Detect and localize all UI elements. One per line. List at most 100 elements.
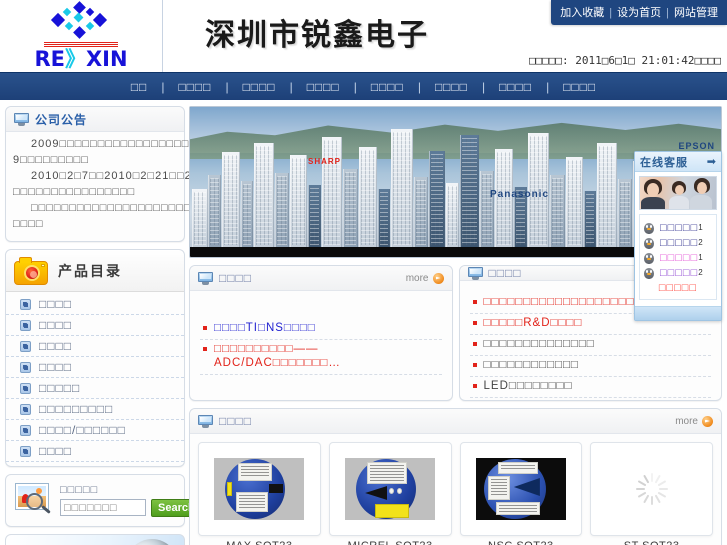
- top-links: 加入收藏 | 设为首页 | 网站管理: [551, 0, 727, 25]
- news-item-link[interactable]: LED□□□□□□□□: [484, 379, 573, 393]
- sidebar-item-label: □□□□□: [39, 381, 81, 395]
- sidebar-item-3[interactable]: □□□□: [6, 336, 184, 357]
- product-captions: MAX SOT23 MICREL SOT23 NSC SOT23 ST SOT2…: [190, 540, 721, 545]
- catalog-list: □□□□ □□□□ □□□□ □□□□ □□□□□ □□□□□□□□□ □□□□…: [6, 292, 184, 466]
- qq-contact-label[interactable]: □□□□□: [660, 222, 698, 234]
- product-catalog-panel: 产品目录 □□□□ □□□□ □□□□ □□□□ □□□□□ □□□□□□□□□…: [5, 249, 185, 467]
- news-item-link[interactable]: □□□□TI□NS□□□□: [214, 321, 316, 335]
- bullet-dot-icon: [203, 326, 207, 330]
- support-agents-photo: [639, 176, 717, 210]
- nav-item-5[interactable]: □□□□: [357, 80, 418, 94]
- sidebar-item-4[interactable]: □□□□: [6, 357, 184, 378]
- qq-contact-row-1[interactable]: □□□□□ 1: [643, 220, 713, 235]
- more-arrow-icon: [702, 415, 713, 427]
- online-service-widget: 在线客服 ➡ □□□□□ 1 □□□□□ 2 □□□□□ 1 □□□□□ 2 □…: [634, 151, 722, 321]
- nav-item-2[interactable]: □□□□: [164, 80, 225, 94]
- nav-item-7[interactable]: □□□□: [485, 80, 546, 94]
- qq-contact-row-2[interactable]: □□□□□ 2: [643, 235, 713, 250]
- more-arrow-icon: [432, 272, 444, 284]
- news-item[interactable]: □□□□□□□□□□□□□□: [469, 335, 711, 356]
- products-panel: □□□□ more: [189, 408, 722, 545]
- date-time-display: □□□□□: 2011□6□1□ 21:01:42□□□□: [528, 54, 721, 67]
- announcement-line: 9□□□□□□□□□: [13, 154, 89, 166]
- qq-contact-label[interactable]: □□□□□: [660, 252, 698, 264]
- sidebar: 公司公告 2009□□□□□□□□□□□□□□□□□□□□□□□200 9□□□…: [5, 106, 259, 545]
- contact-us-panel[interactable]: CONTACT US 联系我们: [5, 534, 185, 545]
- online-service-extra[interactable]: □□□□□: [643, 280, 713, 294]
- sidebar-item-label: □□□□: [39, 360, 72, 374]
- nav-item-3[interactable]: □□□□: [229, 80, 290, 94]
- search-panel-inner: □□□□□ Search: [6, 475, 202, 526]
- sidebar-item-label: □□□□/□□□□□□: [39, 423, 126, 437]
- news-item-link[interactable]: □□□□□□□□□□□□□□: [484, 337, 595, 351]
- news-item[interactable]: □□□□□□□□□□□□: [469, 356, 711, 377]
- product-card-1[interactable]: [198, 442, 321, 536]
- news-left-body: □□□□TI□NS□□□□ □□□□□□□□□□——ADC/DAC□□□□□□□…: [190, 291, 452, 400]
- arrow-right-icon[interactable]: ➡: [707, 155, 716, 168]
- product-caption-2: MICREL SOT23: [329, 540, 452, 545]
- site-header: RE》XIN 深圳市锐鑫电子 加入收藏 | 设为首页 | 网站管理 □□□□□: 201…: [0, 0, 727, 73]
- sidebar-item-5[interactable]: □□□□□: [6, 378, 184, 399]
- top-link-separator: |: [666, 7, 669, 19]
- news-item-link[interactable]: □□□□□□□□□□□□□□□□□□□□□: [484, 295, 651, 309]
- news-item[interactable]: LED□□□□□□□□: [469, 377, 711, 398]
- qq-penguin-icon: [643, 221, 655, 235]
- products-header: □□□□ more: [190, 409, 721, 434]
- product-caption-4: ST SOT23: [590, 540, 713, 545]
- product-card-3[interactable]: [459, 442, 583, 536]
- qq-contact-row-3[interactable]: □□□□□ 1: [643, 250, 713, 265]
- online-service-footer: [635, 306, 721, 320]
- sidebar-item-label: □□□□: [39, 297, 72, 311]
- logo[interactable]: RE》XIN: [0, 0, 163, 72]
- qq-contact-row-4[interactable]: □□□□□ 2: [643, 265, 713, 280]
- bullet-dot-icon: [472, 363, 477, 367]
- nav-item-6[interactable]: □□□□: [421, 80, 482, 94]
- banner-sign-panasonic: Panasonic: [490, 189, 550, 200]
- logo-diamond-icon: [45, 0, 117, 41]
- product-image-max: [214, 458, 305, 520]
- add-favorite-link[interactable]: 加入收藏: [560, 7, 604, 19]
- page-title: 深圳市锐鑫电子: [205, 18, 429, 53]
- set-homepage-link[interactable]: 设为首页: [617, 7, 661, 19]
- announcement-title: 公司公告: [35, 112, 88, 127]
- search-panel: □□□□□ Search: [5, 474, 202, 527]
- announcement-line: 2009□□□□□□□□□□□□□□□□□□□□□□□200: [31, 138, 257, 150]
- nav-item-4[interactable]: □□□□: [293, 80, 354, 94]
- site-admin-link[interactable]: 网站管理: [674, 7, 718, 19]
- news-right-title: □□□□: [488, 266, 522, 280]
- product-card-2[interactable]: [328, 442, 452, 536]
- sidebar-item-label: □□□□□□□□□: [39, 402, 114, 416]
- sidebar-item-label: □□□□: [39, 444, 72, 458]
- news-item-link[interactable]: □□□□□□□□□□□□: [484, 358, 579, 372]
- nav-item-home[interactable]: □□: [117, 80, 162, 94]
- bullet-dot-icon: [472, 384, 477, 388]
- news-item-link[interactable]: □□□□□□□□□□——ADC/DAC□□□□□□□…: [214, 342, 442, 370]
- bullet-icon: [20, 424, 31, 436]
- news-item[interactable]: □□□□TI□NS□□□□: [200, 319, 442, 340]
- logo-word-left: RE: [34, 46, 65, 71]
- qq-contact-sup: 1: [698, 223, 704, 232]
- logo-wordmark: RE》XIN: [26, 48, 136, 70]
- announcement-line: □□□□□□□□□□□□□□□□: [13, 186, 136, 198]
- news-left-more-button[interactable]: more: [405, 272, 444, 284]
- qq-contact-label[interactable]: □□□□□: [660, 267, 698, 279]
- news-item-link[interactable]: □□□□□R&D□□□□: [484, 316, 583, 330]
- search-input[interactable]: [60, 499, 146, 516]
- sidebar-item-1[interactable]: □□□□: [6, 294, 184, 315]
- product-card-4[interactable]: [590, 442, 713, 536]
- catalog-title: 产品目录: [58, 262, 122, 279]
- sidebar-item-2[interactable]: □□□□: [6, 315, 184, 336]
- sidebar-item-8[interactable]: □□□□: [6, 441, 184, 462]
- main-nav: □□ | □□□□ | □□□□ | □□□□ | □□□□ | □□□□ | …: [0, 73, 727, 100]
- qq-contact-label[interactable]: □□□□□: [660, 237, 698, 249]
- main-nav-items: □□ | □□□□ | □□□□ | □□□□ | □□□□ | □□□□ | …: [117, 80, 610, 94]
- more-label: more: [405, 272, 429, 284]
- sidebar-item-6[interactable]: □□□□□□□□□: [6, 399, 184, 420]
- products-more-button[interactable]: more: [675, 415, 713, 427]
- sidebar-item-label: □□□□: [39, 339, 72, 353]
- sidebar-item-7[interactable]: □□□□/□□□□□□: [6, 420, 184, 441]
- monitor-icon: [14, 112, 29, 126]
- bullet-dot-icon: [472, 342, 477, 346]
- news-item[interactable]: □□□□□□□□□□——ADC/DAC□□□□□□□…: [200, 340, 442, 375]
- nav-item-8[interactable]: □□□□: [549, 80, 610, 94]
